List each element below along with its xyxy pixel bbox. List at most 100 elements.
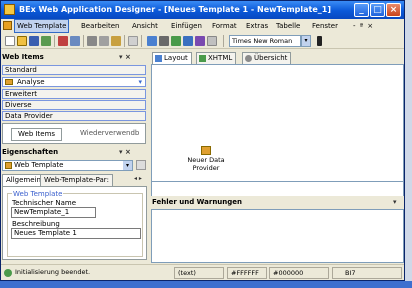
status-bar: Initialisierung beendet. (text) #FFFFFF … [1,264,404,280]
toolbar: Times New Roman ▾ [1,33,404,49]
chevron-down-icon[interactable]: ▾ [301,35,311,47]
layer-icon[interactable] [195,36,205,46]
status-ok-icon [4,269,12,277]
chevron-down-icon: ▾ [123,161,132,170]
status-foreground-color: #000000 [269,267,329,279]
menu-web-template[interactable]: Web Template [14,19,70,33]
taskbar-strip [0,281,412,288]
web-items-panel-title: Web Items ▾ × [1,52,149,63]
new-dataprovider-line1: Neuer Data [187,156,225,164]
menu-einfuegen[interactable]: Einfügen [171,19,202,33]
menu-bar: Web Template Bearbeiten Ansicht Einfügen… [1,19,404,33]
category-diverse[interactable]: Diverse [2,100,146,110]
properties-title: Eigenschaften [2,148,59,156]
properties-object-label: Web Template [14,161,64,169]
errors-panel-controls[interactable]: ▾ [393,197,397,208]
toolbar-separator [54,35,55,47]
new-dataprovider-label[interactable]: Neuer Data Provider [181,156,231,172]
properties-panel-controls[interactable]: ▾ × [119,147,131,158]
cut-icon[interactable] [87,36,97,46]
status-system: BI7 [332,267,402,279]
errors-title: Fehler und Warnungen [152,198,243,206]
properties-object-select[interactable]: Web Template ▾ [2,160,133,171]
toolbar-separator [83,35,84,47]
tab-wiederverwendbar[interactable]: Wiederverwendb [78,128,141,141]
properties-tabs: Allgemein Web-Template-Par: ◂ ▸ [2,174,149,186]
category-standard[interactable]: Standard [2,65,146,75]
font-name-select[interactable]: Times New Roman [229,35,301,47]
app-icon [4,4,15,15]
grid-icon[interactable] [183,36,193,46]
web-template-group-title: Web Template [12,190,64,198]
publish-icon[interactable] [41,36,51,46]
minimize-button[interactable]: _ [354,3,369,17]
tab-allgemein[interactable]: Allgemein [2,174,45,186]
description-field[interactable]: Neues Template 1 [11,228,141,239]
toolbar-separator [141,35,142,47]
overview-icon [245,55,252,62]
tab-web-template-parameter[interactable]: Web-Template-Par: [40,174,113,186]
web-template-group: Web Template Technischer Name NewTemplat… [7,190,143,257]
tab-uebersicht[interactable]: Übersicht [242,52,292,64]
web-items-panel-controls[interactable]: ▾ × [119,52,131,63]
paste-icon[interactable] [111,36,121,46]
tab-xhtml[interactable]: XHTML [196,52,237,64]
save-icon[interactable] [29,36,39,46]
execute-icon[interactable] [58,36,68,46]
properties-general-page: Web Template Technischer Name NewTemplat… [2,186,147,260]
link-icon[interactable] [159,36,169,46]
preview-icon[interactable] [70,36,80,46]
table-icon[interactable] [147,36,157,46]
category-data-provider[interactable]: Data Provider [2,111,146,121]
menu-ansicht[interactable]: Ansicht [132,19,158,33]
web-items-tab-strip: Web Items Wiederverwendb [2,123,146,144]
dataprovider-icon[interactable] [201,146,211,155]
tech-name-field[interactable]: NewTemplate_1 [11,207,96,218]
menu-format[interactable]: Format [212,19,237,33]
menu-extras[interactable]: Extras [246,19,268,33]
desktop-background [405,0,412,281]
close-button[interactable]: × [386,3,401,17]
xhtml-icon [199,55,206,62]
title-bar: BEx Web Application Designer - [Neues Te… [1,1,404,19]
document-icon [3,21,12,30]
toolbar-separator [124,35,125,47]
window-title: BEx Web Application Designer - [Neues Te… [19,5,332,14]
document-window-controls[interactable]: - ª × [353,19,374,33]
new-dataprovider-line2: Provider [192,164,220,172]
category-analyse[interactable]: Analyse ▾ [2,77,146,87]
new-icon[interactable] [5,36,15,46]
app-window: BEx Web Application Designer - [Neues Te… [0,0,405,281]
tab-layout-label: Layout [164,54,188,62]
menu-tabelle[interactable]: Tabelle [276,19,300,33]
dataprovider-area[interactable] [151,182,404,196]
copy-icon[interactable] [99,36,109,46]
tab-scroll-arrows[interactable]: ◂ ▸ [134,175,142,182]
maximize-button[interactable]: □ [370,3,385,17]
tab-xhtml-label: XHTML [208,54,233,62]
tab-web-items[interactable]: Web Items [11,128,63,141]
description-label: Beschreibung [12,220,60,228]
menu-fenster[interactable]: Fenster [312,19,338,33]
analysis-icon [5,79,13,85]
undo-icon[interactable] [128,36,138,46]
tab-layout[interactable]: Layout [152,52,192,64]
chevron-down-icon: ▾ [138,78,142,86]
tab-uebersicht-label: Übersicht [254,54,288,62]
bold-icon[interactable] [317,36,322,46]
layout-icon [155,55,162,62]
properties-icon[interactable] [207,36,217,46]
open-icon[interactable] [17,36,27,46]
properties-panel-title: Eigenschaften ▾ × [1,147,149,158]
editor-tabs: Layout XHTML Übersicht [152,52,402,64]
category-erweitert[interactable]: Erweitert [2,89,146,99]
category-analyse-label: Analyse [17,78,45,86]
template-icon [5,162,12,169]
edit-properties-icon[interactable] [136,160,146,170]
status-element-type: (text) [174,267,224,279]
tech-name-label: Technischer Name [12,199,77,207]
image-icon[interactable] [171,36,181,46]
errors-panel: Fehler und Warnungen ▾ [151,197,404,263]
menu-bearbeiten[interactable]: Bearbeiten [81,19,119,33]
status-message: Initialisierung beendet. [15,268,91,276]
